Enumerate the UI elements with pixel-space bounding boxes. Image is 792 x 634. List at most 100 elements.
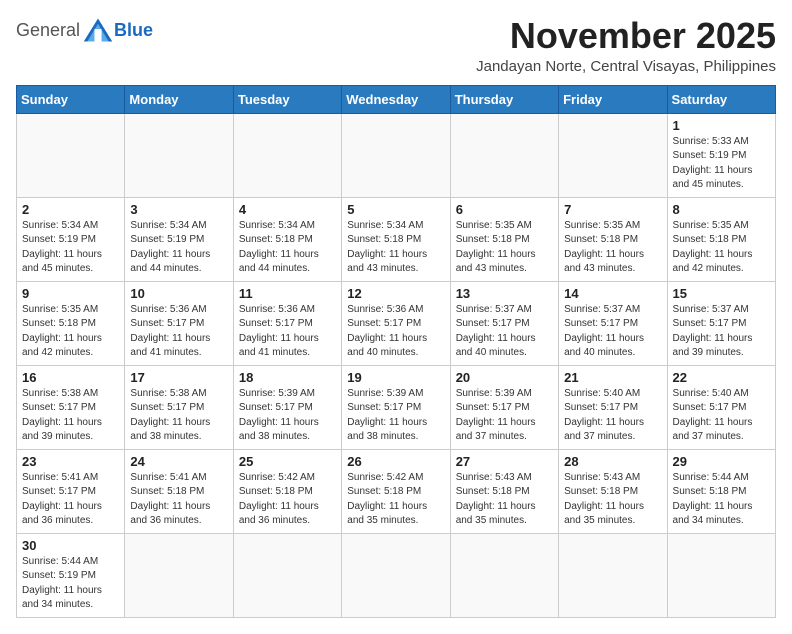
calendar-cell: 26Sunrise: 5:42 AM Sunset: 5:18 PM Dayli… [342, 449, 450, 533]
day-info: Sunrise: 5:33 AM Sunset: 5:19 PM Dayligh… [673, 135, 770, 193]
day-number: 29 [673, 454, 770, 469]
day-number: 12 [347, 286, 444, 301]
calendar-cell [450, 533, 558, 617]
calendar-cell: 3 Sunrise: 5:34 AM Sunset: 5:19 PM Daylig… [125, 197, 233, 281]
location-subtitle: Jandayan Norte, Central Visayas, Philipp… [476, 58, 776, 75]
calendar-cell [559, 113, 667, 197]
day-info: Sunrise: 5:44 AM Sunset: 5:19 PM Dayligh… [22, 555, 119, 613]
day-number: 24 [130, 454, 227, 469]
calendar-cell: 24 Sunrise: 5:41 AM Sunset: 5:18 PM Dayli… [125, 449, 233, 533]
calendar-cell [450, 113, 558, 197]
day-number: 5 [347, 202, 444, 217]
day-number: 26 [347, 454, 444, 469]
day-info: Sunrise: 5:40 AM Sunset: 5:17 PM Dayligh… [564, 387, 661, 445]
calendar-cell: 25Sunrise: 5:42 AM Sunset: 5:18 PM Dayli… [233, 449, 341, 533]
day-number: 3 [130, 202, 227, 217]
calendar-cell: 20Sunrise: 5:39 AM Sunset: 5:17 PM Dayli… [450, 365, 558, 449]
calendar-cell: 28 Sunrise: 5:43 AM Sunset: 5:18 PM Dayli… [559, 449, 667, 533]
calendar-cell: 18 Sunrise: 5:39 AM Sunset: 5:17 PM Dayli… [233, 365, 341, 449]
day-info: Sunrise: 5:37 AM Sunset: 5:17 PM Dayligh… [456, 303, 553, 361]
logo-area: General Blue [16, 16, 153, 44]
calendar-cell [667, 533, 775, 617]
calendar-cell: 14 Sunrise: 5:37 AM Sunset: 5:17 PM Dayli… [559, 281, 667, 365]
day-number: 15 [673, 286, 770, 301]
month-title: November 2025 [476, 16, 776, 56]
calendar-week-row: 2 Sunrise: 5:34 AM Sunset: 5:19 PM Daylig… [17, 197, 776, 281]
day-info: Sunrise: 5:39 AM Sunset: 5:17 PM Dayligh… [456, 387, 553, 445]
calendar-cell: 4 Sunrise: 5:34 AM Sunset: 5:18 PM Daylig… [233, 197, 341, 281]
day-info: Sunrise: 5:41 AM Sunset: 5:18 PM Dayligh… [130, 471, 227, 529]
day-info: Sunrise: 5:38 AM Sunset: 5:17 PM Dayligh… [130, 387, 227, 445]
calendar-cell: 12Sunrise: 5:36 AM Sunset: 5:17 PM Dayli… [342, 281, 450, 365]
day-number: 27 [456, 454, 553, 469]
day-info: Sunrise: 5:35 AM Sunset: 5:18 PM Dayligh… [22, 303, 119, 361]
day-info: Sunrise: 5:34 AM Sunset: 5:19 PM Dayligh… [22, 219, 119, 277]
day-number: 11 [239, 286, 336, 301]
day-info: Sunrise: 5:35 AM Sunset: 5:18 PM Dayligh… [456, 219, 553, 277]
day-number: 7 [564, 202, 661, 217]
calendar-cell: 21 Sunrise: 5:40 AM Sunset: 5:17 PM Dayli… [559, 365, 667, 449]
calendar-table: SundayMondayTuesdayWednesdayThursdayFrid… [16, 85, 776, 618]
day-info: Sunrise: 5:34 AM Sunset: 5:19 PM Dayligh… [130, 219, 227, 277]
calendar-cell [342, 113, 450, 197]
calendar-week-row: 16 Sunrise: 5:38 AM Sunset: 5:17 PM Dayli… [17, 365, 776, 449]
calendar-cell [342, 533, 450, 617]
logo-blue-text: Blue [114, 20, 153, 41]
calendar-cell: 16 Sunrise: 5:38 AM Sunset: 5:17 PM Dayli… [17, 365, 125, 449]
calendar-cell [17, 113, 125, 197]
day-number: 18 [239, 370, 336, 385]
day-number: 2 [22, 202, 119, 217]
page-header: General Blue November 2025 Jandayan Nort… [16, 16, 776, 75]
calendar-cell [125, 533, 233, 617]
calendar-week-row: 9 Sunrise: 5:35 AM Sunset: 5:18 PM Daylig… [17, 281, 776, 365]
day-number: 28 [564, 454, 661, 469]
calendar-cell: 27 Sunrise: 5:43 AM Sunset: 5:18 PM Dayli… [450, 449, 558, 533]
day-info: Sunrise: 5:37 AM Sunset: 5:17 PM Dayligh… [564, 303, 661, 361]
day-info: Sunrise: 5:43 AM Sunset: 5:18 PM Dayligh… [564, 471, 661, 529]
day-info: Sunrise: 5:35 AM Sunset: 5:18 PM Dayligh… [564, 219, 661, 277]
logo-general-text: General [16, 20, 80, 41]
day-number: 30 [22, 538, 119, 553]
calendar-cell [233, 533, 341, 617]
weekday-header-thursday: Thursday [450, 85, 558, 113]
day-info: Sunrise: 5:41 AM Sunset: 5:17 PM Dayligh… [22, 471, 119, 529]
calendar-cell: 30 Sunrise: 5:44 AM Sunset: 5:19 PM Dayli… [17, 533, 125, 617]
day-info: Sunrise: 5:43 AM Sunset: 5:18 PM Dayligh… [456, 471, 553, 529]
day-info: Sunrise: 5:37 AM Sunset: 5:17 PM Dayligh… [673, 303, 770, 361]
weekday-header-sunday: Sunday [17, 85, 125, 113]
day-number: 22 [673, 370, 770, 385]
day-info: Sunrise: 5:39 AM Sunset: 5:17 PM Dayligh… [239, 387, 336, 445]
calendar-cell: 6 Sunrise: 5:35 AM Sunset: 5:18 PM Daylig… [450, 197, 558, 281]
day-number: 17 [130, 370, 227, 385]
day-info: Sunrise: 5:40 AM Sunset: 5:17 PM Dayligh… [673, 387, 770, 445]
day-number: 8 [673, 202, 770, 217]
day-number: 9 [22, 286, 119, 301]
day-number: 21 [564, 370, 661, 385]
calendar-cell: 22 Sunrise: 5:40 AM Sunset: 5:17 PM Dayli… [667, 365, 775, 449]
day-info: Sunrise: 5:44 AM Sunset: 5:18 PM Dayligh… [673, 471, 770, 529]
calendar-cell: 15 Sunrise: 5:37 AM Sunset: 5:17 PM Dayli… [667, 281, 775, 365]
calendar-week-row: 30 Sunrise: 5:44 AM Sunset: 5:19 PM Dayli… [17, 533, 776, 617]
day-info: Sunrise: 5:35 AM Sunset: 5:18 PM Dayligh… [673, 219, 770, 277]
logo: General Blue [16, 16, 153, 44]
calendar-cell: 5 Sunrise: 5:34 AM Sunset: 5:18 PM Daylig… [342, 197, 450, 281]
day-number: 14 [564, 286, 661, 301]
day-number: 10 [130, 286, 227, 301]
calendar-cell [559, 533, 667, 617]
weekday-header-row: SundayMondayTuesdayWednesdayThursdayFrid… [17, 85, 776, 113]
calendar-cell [125, 113, 233, 197]
day-info: Sunrise: 5:36 AM Sunset: 5:17 PM Dayligh… [239, 303, 336, 361]
weekday-header-friday: Friday [559, 85, 667, 113]
calendar-cell: 19Sunrise: 5:39 AM Sunset: 5:17 PM Dayli… [342, 365, 450, 449]
day-number: 16 [22, 370, 119, 385]
day-number: 6 [456, 202, 553, 217]
calendar-cell: 29 Sunrise: 5:44 AM Sunset: 5:18 PM Dayli… [667, 449, 775, 533]
calendar-cell: 23Sunrise: 5:41 AM Sunset: 5:17 PM Dayli… [17, 449, 125, 533]
day-number: 4 [239, 202, 336, 217]
day-info: Sunrise: 5:36 AM Sunset: 5:17 PM Dayligh… [130, 303, 227, 361]
calendar-week-row: 1Sunrise: 5:33 AM Sunset: 5:19 PM Daylig… [17, 113, 776, 197]
calendar-cell: 2 Sunrise: 5:34 AM Sunset: 5:19 PM Daylig… [17, 197, 125, 281]
day-info: Sunrise: 5:38 AM Sunset: 5:17 PM Dayligh… [22, 387, 119, 445]
day-info: Sunrise: 5:34 AM Sunset: 5:18 PM Dayligh… [239, 219, 336, 277]
day-info: Sunrise: 5:34 AM Sunset: 5:18 PM Dayligh… [347, 219, 444, 277]
